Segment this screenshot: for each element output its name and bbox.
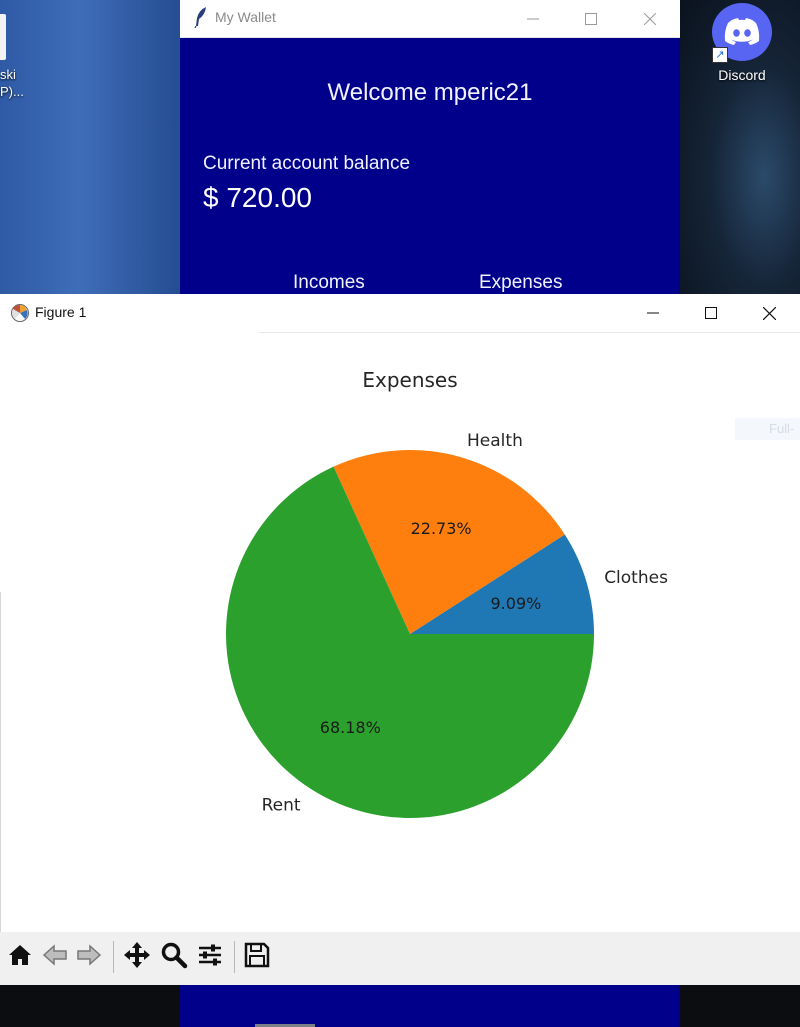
- minimize-button[interactable]: [510, 0, 556, 37]
- wallet-window: My Wallet Welcome mperic21 Current accou…: [180, 0, 680, 295]
- desktop-shortcut-label[interactable]: ski P)...: [0, 66, 24, 100]
- chart-title: Expenses: [362, 368, 457, 392]
- expenses-button[interactable]: Expenses: [479, 272, 562, 294]
- configure-subplots-icon: [196, 941, 224, 974]
- pie-percent-label: 9.09%: [491, 594, 542, 613]
- wallet-titlebar[interactable]: My Wallet: [180, 0, 680, 38]
- pie-category-label: Clothes: [604, 568, 668, 588]
- pie-category-label: Rent: [262, 795, 301, 815]
- minimize-button[interactable]: [630, 294, 676, 332]
- close-button[interactable]: [627, 0, 673, 37]
- maximize-button[interactable]: [568, 0, 614, 37]
- navigation-toolbar: [0, 932, 800, 985]
- figure-canvas[interactable]: Expenses 9.09% Clothes 22.73% Health 68.18% R…: [0, 332, 800, 932]
- balance-value: $ 720.00: [203, 182, 312, 213]
- background-tag: Full-: [735, 418, 800, 440]
- window-edge: [0, 592, 1, 932]
- desktop-shortcut-label-line: ski: [0, 67, 16, 82]
- figure-window: Figure 1 Expenses 9.09% Clothes 22.73% Heal…: [0, 294, 800, 985]
- close-button[interactable]: [746, 294, 792, 332]
- zoom-button[interactable]: [159, 940, 189, 974]
- desktop-shortcut-icon[interactable]: [0, 14, 6, 60]
- maximize-button[interactable]: [688, 294, 734, 332]
- discord-label[interactable]: Discord: [703, 67, 781, 83]
- pie-percent-label: 68.18%: [320, 718, 381, 737]
- shortcut-arrow-icon: ↗: [712, 47, 728, 63]
- pie-chart: Expenses 9.09% Clothes 22.73% Health 68.18% R…: [226, 368, 668, 818]
- back-button[interactable]: [40, 940, 70, 974]
- pie-percent-label: 22.73%: [411, 519, 472, 538]
- home-button[interactable]: [5, 940, 35, 974]
- window-title: Figure 1: [35, 304, 87, 320]
- discord-shortcut[interactable]: ↗: [712, 3, 772, 63]
- window-title: My Wallet: [215, 9, 276, 25]
- toolbar-separator: [113, 941, 114, 973]
- save-button[interactable]: [242, 940, 272, 974]
- desktop-shortcut-label-line: P)...: [0, 84, 24, 99]
- forward-button[interactable]: [74, 940, 104, 974]
- matplotlib-icon: [10, 303, 30, 328]
- home-icon: [7, 942, 33, 973]
- feather-icon: [193, 6, 209, 29]
- forward-icon: [75, 942, 103, 973]
- figure-titlebar[interactable]: Figure 1: [0, 294, 800, 332]
- pan-icon: [123, 941, 151, 974]
- configure-subplots-button[interactable]: [195, 940, 225, 974]
- incomes-button[interactable]: Incomes: [293, 272, 365, 294]
- balance-label: Current account balance: [203, 153, 411, 174]
- zoom-icon: [160, 941, 188, 974]
- pan-button[interactable]: [122, 940, 152, 974]
- wallet-window-bottom: [180, 985, 680, 1027]
- back-icon: [41, 942, 69, 973]
- welcome-heading: Welcome mperic21: [327, 79, 533, 106]
- pie-category-label: Health: [467, 431, 523, 451]
- toolbar-separator: [234, 941, 235, 973]
- save-icon: [243, 941, 271, 974]
